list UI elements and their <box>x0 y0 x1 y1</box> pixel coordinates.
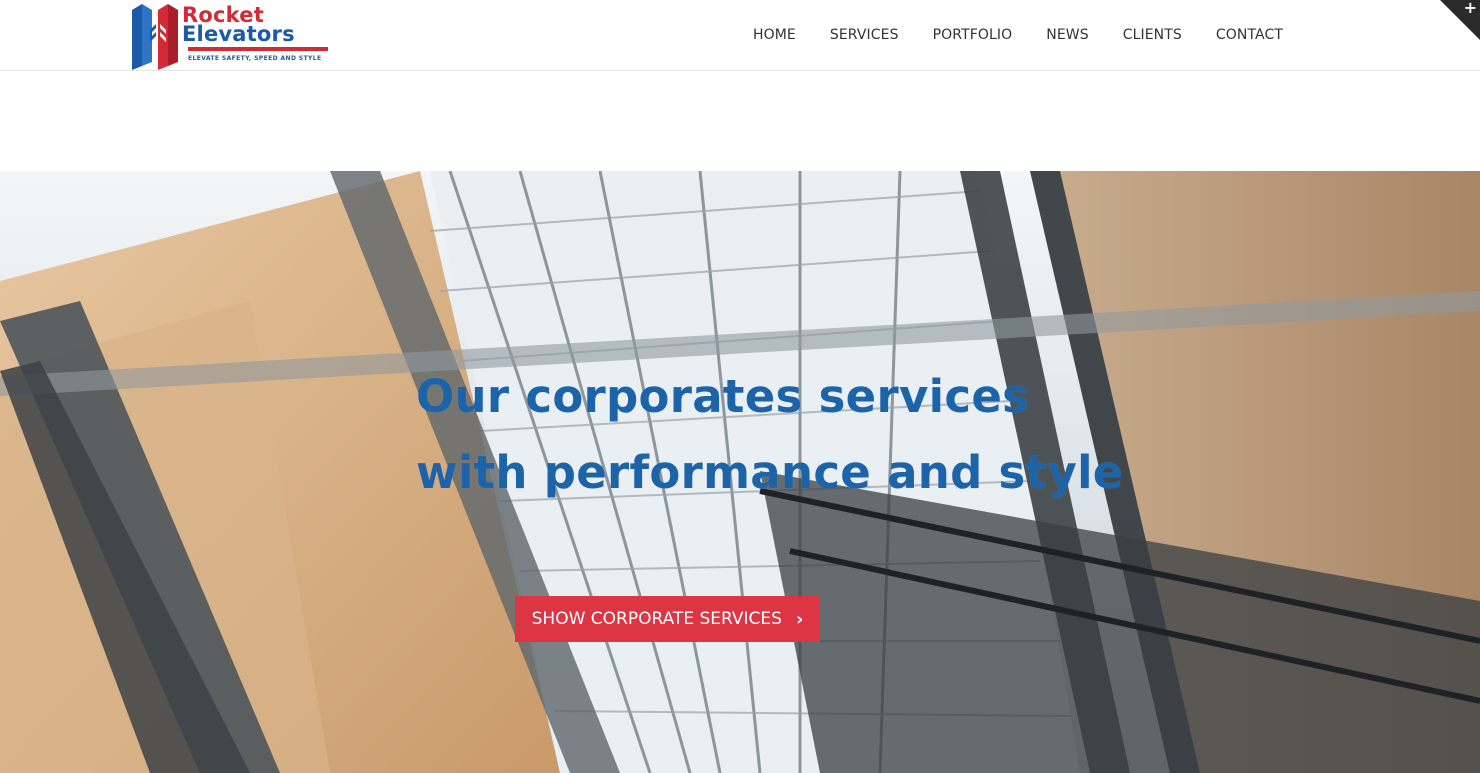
corner-toggle[interactable]: + <box>1440 0 1480 40</box>
cta-label: SHOW CORPORATE SERVICES <box>531 609 782 629</box>
logo[interactable]: Rocket Elevators ELEVATE SAFETY, SPEED A… <box>130 0 330 70</box>
site-header: Rocket Elevators ELEVATE SAFETY, SPEED A… <box>0 0 1480 71</box>
hero-section: Our corporates services with performance… <box>0 171 1480 773</box>
nav-news[interactable]: NEWS <box>1029 24 1105 46</box>
nav-clients[interactable]: CLIENTS <box>1106 24 1199 46</box>
building-elevator-logo-icon <box>132 4 178 70</box>
main-nav: HOME SERVICES PORTFOLIO NEWS CLIENTS CON… <box>736 24 1300 46</box>
logo-name-line2: Elevators <box>182 22 295 46</box>
show-corporate-services-button[interactable]: SHOW CORPORATE SERVICES › <box>515 596 820 642</box>
logo-tagline: ELEVATE SAFETY, SPEED AND STYLE <box>188 55 322 62</box>
nav-portfolio[interactable]: PORTFOLIO <box>916 24 1030 46</box>
chevron-right-icon: › <box>795 608 804 630</box>
hero-title: Our corporates services with performance… <box>416 359 1124 511</box>
logo-underline <box>188 47 328 51</box>
plus-icon: + <box>1463 0 1477 17</box>
nav-contact[interactable]: CONTACT <box>1199 24 1300 46</box>
hero-title-line2: with performance and style <box>416 446 1124 499</box>
hero-title-line1: Our corporates services <box>416 370 1030 423</box>
nav-home[interactable]: HOME <box>736 24 813 46</box>
nav-services[interactable]: SERVICES <box>813 24 916 46</box>
